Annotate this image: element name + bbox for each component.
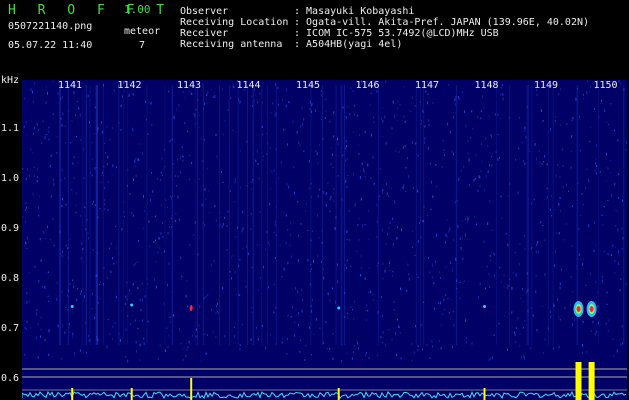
capture-datetime: 05.07.22 11:40 xyxy=(8,40,93,51)
x-tick-label: 1150 xyxy=(593,80,618,91)
receiver-key: Receiver xyxy=(180,28,229,39)
meteor-echo xyxy=(70,305,74,308)
antenna-key: Receiving antenna xyxy=(180,39,283,50)
x-tick-label: 1142 xyxy=(117,80,142,91)
y-tick-label: 1.1 xyxy=(1,123,20,134)
x-tick-label: 1141 xyxy=(58,80,83,91)
x-tick-label: 1147 xyxy=(415,80,440,91)
meteor-echo xyxy=(337,306,341,310)
level-peak xyxy=(71,388,74,400)
meteor-echo xyxy=(189,305,193,311)
x-tick-label: 1146 xyxy=(355,80,380,91)
location-key: Receiving Location xyxy=(180,17,289,28)
spectrogram-svg xyxy=(22,80,627,400)
app-version: 1.00 xyxy=(124,3,151,16)
meteor-echo xyxy=(573,301,584,317)
level-peak xyxy=(190,378,193,400)
meteor-count: 7 xyxy=(139,40,146,51)
observer-value: : Masayuki Kobayashi xyxy=(294,6,415,17)
meteor-label: meteor xyxy=(124,26,161,37)
meteor-echo xyxy=(586,301,597,317)
y-tick-label: 0.8 xyxy=(1,273,20,284)
meteor-echo xyxy=(483,305,486,308)
header-panel: H R O F F T 1.00 0507221140.png meteor 0… xyxy=(0,0,629,74)
y-axis-unit-label: kHz xyxy=(1,75,20,86)
level-trace xyxy=(22,390,627,400)
observer-key: Observer xyxy=(180,6,229,17)
y-tick-label: 0.6 xyxy=(1,373,20,384)
location-value: : Ogata-vill. Akita-Pref. JAPAN (139.96E… xyxy=(294,17,590,28)
level-peak xyxy=(588,362,595,400)
x-tick-label: 1144 xyxy=(236,80,261,91)
x-tick-label: 1143 xyxy=(177,80,202,91)
x-tick-label: 1149 xyxy=(534,80,559,91)
x-tick-label: 1145 xyxy=(296,80,321,91)
level-peak xyxy=(337,388,340,400)
antenna-value: : A504HB(yagi 4el) xyxy=(294,39,403,50)
y-tick-label: 1.0 xyxy=(1,173,20,184)
x-tick-label: 1148 xyxy=(474,80,499,91)
spectrogram-plot xyxy=(22,80,627,400)
level-peak xyxy=(130,388,133,400)
noise-texture xyxy=(22,80,627,363)
y-tick-label: 0.9 xyxy=(1,223,20,234)
receiver-value: : ICOM IC-575 53.7492(@LCD)MHz USB xyxy=(294,28,499,39)
meteor-echo xyxy=(130,303,134,307)
level-peak xyxy=(575,362,582,400)
level-peak xyxy=(483,388,486,400)
file-name: 0507221140.png xyxy=(8,21,93,32)
y-tick-label: 0.7 xyxy=(1,323,20,334)
